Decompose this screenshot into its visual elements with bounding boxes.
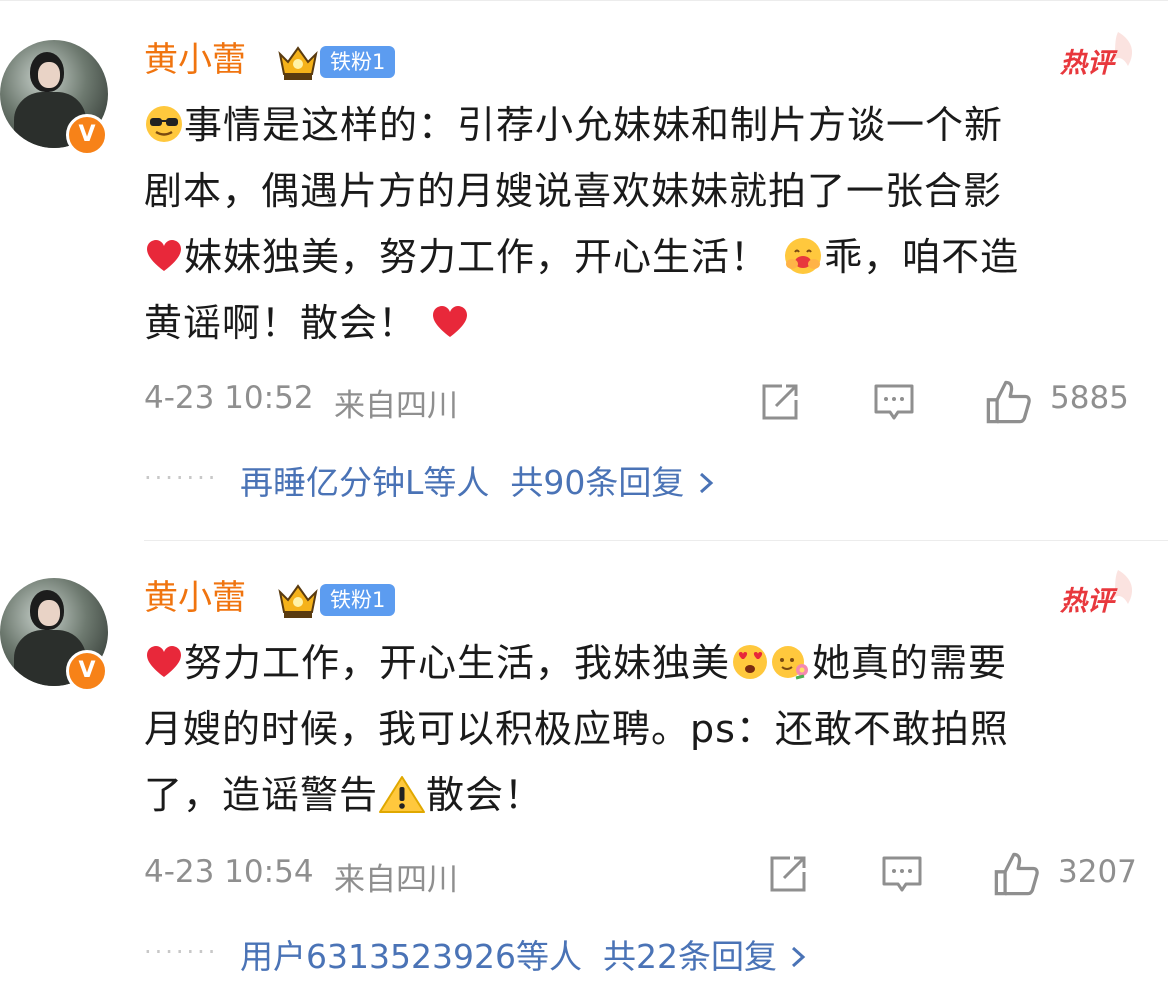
chevron-right-icon <box>792 946 806 968</box>
hot-comment-badge: 热评 <box>1059 32 1133 79</box>
reply-link[interactable]: 用户6313523926等人 共22条回复 <box>240 930 809 978</box>
top-divider <box>0 0 1168 1</box>
hot-comment-badge: 热评 <box>1059 570 1133 617</box>
like-count: 5885 <box>1050 380 1129 416</box>
heart-icon <box>147 646 181 677</box>
svg-text:热评: 热评 <box>1059 586 1118 617</box>
like-count: 3207 <box>1058 854 1137 890</box>
reply-avatars-placeholder: ······· <box>144 464 219 492</box>
fan-level-badge: 铁粉1 <box>320 46 396 78</box>
comment-location: 来自四川 <box>334 388 458 424</box>
svg-text:热评: 热评 <box>1059 48 1118 79</box>
heart-eyes-emoji-icon <box>733 645 768 679</box>
user-name[interactable]: 黄小蕾 <box>144 576 246 620</box>
warning-icon <box>379 776 426 813</box>
share-icon[interactable] <box>758 380 802 424</box>
comment-text: 努力工作，开心生活，我妹独美 她真的需要 月嫂的时候，我可以积极应聘。ps：还敢… <box>144 641 1009 817</box>
flower-emoji-icon <box>772 646 809 680</box>
comment-icon[interactable] <box>880 852 924 896</box>
user-name[interactable]: 黄小蕾 <box>144 38 246 82</box>
comment-time: 4-23 10:54 <box>144 854 314 890</box>
verified-badge-icon: V <box>66 650 108 692</box>
heart-icon <box>433 306 468 337</box>
cool-emoji-icon <box>146 106 182 142</box>
comment-icon[interactable] <box>872 380 916 424</box>
thumbs-up-icon[interactable] <box>992 850 1040 898</box>
fan-level-badge: 铁粉1 <box>320 584 396 616</box>
comment-divider <box>144 540 1168 541</box>
reply-link[interactable]: 再睡亿分钟L等人 共90条回复 <box>240 456 717 504</box>
thumbs-up-icon[interactable] <box>984 378 1032 426</box>
share-icon[interactable] <box>766 852 810 896</box>
crown-icon <box>278 584 318 618</box>
heart-icon <box>147 240 181 271</box>
hug-emoji-icon <box>785 238 822 274</box>
comment-time: 4-23 10:52 <box>144 380 314 416</box>
verified-badge-icon: V <box>66 114 108 156</box>
reply-avatars-placeholder: ······· <box>144 938 219 966</box>
crown-icon <box>278 46 318 80</box>
comment-text: 事情是这样的：引荐小允妹妹和制片方谈一个新 剧本，偶遇片方的月嫂说喜欢妹妹就拍了… <box>144 103 1020 345</box>
chevron-right-icon <box>699 472 714 494</box>
comment-location: 来自四川 <box>334 862 458 898</box>
